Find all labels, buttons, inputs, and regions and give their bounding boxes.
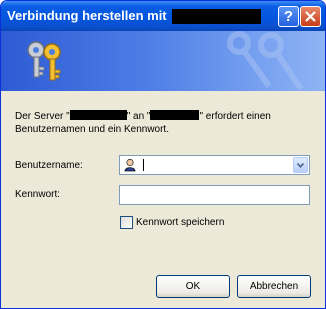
ok-button[interactable]: OK — [156, 275, 230, 298]
cancel-button[interactable]: Abbrechen — [237, 275, 311, 298]
username-dropdown-button[interactable] — [293, 157, 308, 173]
user-icon — [124, 158, 136, 172]
username-label: Benutzername: — [15, 160, 83, 171]
dialog-window: Verbindung herstellen mit ? Der Server "… — [0, 0, 326, 309]
help-icon: ? — [283, 8, 294, 25]
keys-icon — [27, 41, 61, 81]
auth-message: Der Server " " an " " erfordert einen Benu… — [15, 110, 271, 136]
text-caret — [143, 159, 144, 171]
remember-password-label[interactable]: Kennwort speichern — [136, 217, 224, 228]
redacted-server-name — [172, 9, 261, 24]
chevron-down-icon — [297, 163, 304, 168]
help-button[interactable]: ? — [278, 6, 299, 27]
close-button[interactable] — [300, 6, 321, 27]
window-title: Verbindung herstellen mit — [7, 8, 167, 23]
username-combobox[interactable] — [119, 155, 310, 175]
redacted-server — [69, 110, 127, 120]
remember-password-checkbox[interactable] — [120, 216, 133, 229]
message-line-2: Benutzernamen und ein Kennwort. — [15, 124, 169, 135]
close-icon — [305, 11, 316, 22]
dialog-banner — [1, 31, 325, 91]
password-label: Kennwort: — [15, 189, 61, 200]
title-bar[interactable]: Verbindung herstellen mit ? — [1, 1, 325, 31]
redacted-realm — [150, 110, 200, 120]
dialog-content: Der Server " " an " " erfordert einen Benu… — [1, 91, 325, 308]
message-line-1: Der Server " " an " " erfordert einen — [15, 110, 271, 122]
password-field[interactable] — [119, 185, 310, 205]
